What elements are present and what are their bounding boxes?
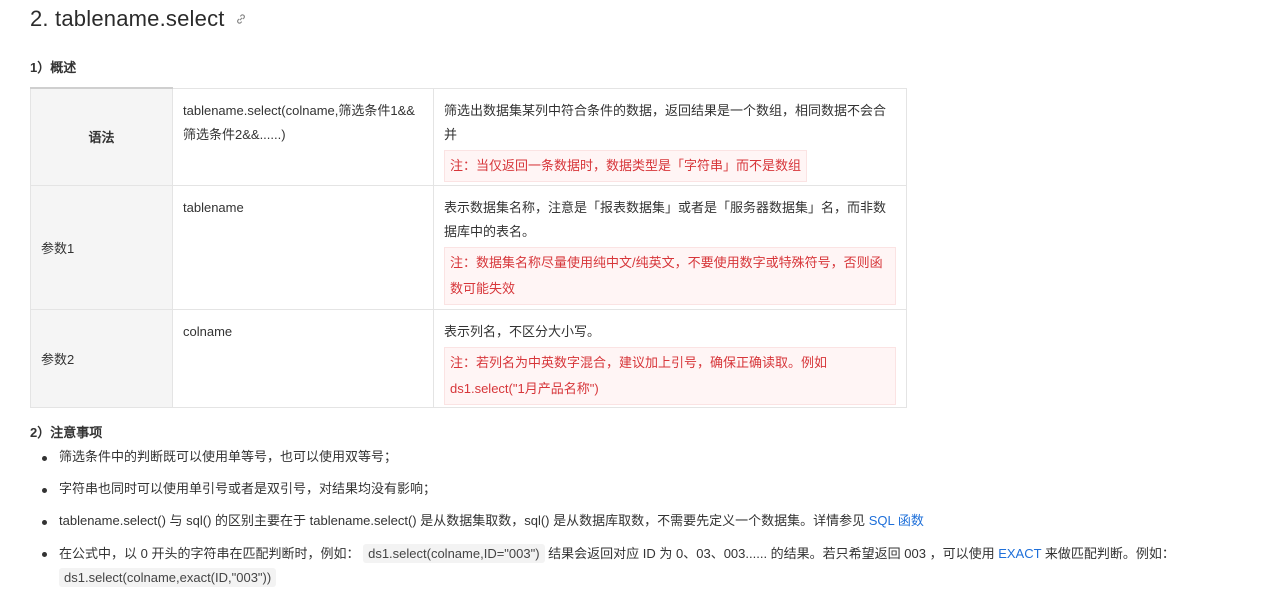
function-spec-table: 语法 tablename.select(colname,筛选条件1&&筛选条件2… — [30, 87, 907, 408]
row-label: 参数1 — [30, 184, 173, 310]
description-text: 表示数据集名称，注意是「报表数据集」或者是「服务器数据集」名，而非数据库中的表名… — [444, 199, 887, 239]
list-item-text: 来做匹配判断。例如： — [1041, 546, 1175, 561]
link-icon[interactable] — [235, 13, 247, 25]
row-label: 参数2 — [30, 308, 173, 408]
sql-function-link[interactable]: SQL 函数 — [869, 513, 924, 528]
list-item: 筛选条件中的判断既可以使用单等号，也可以使用双等号； — [30, 446, 1260, 468]
row-label: 语法 — [30, 87, 173, 186]
table-row: 参数2 colname 表示列名，不区分大小写。 注：若列名为中英数字混合，建议… — [30, 308, 907, 408]
row-description: 表示列名，不区分大小写。 注：若列名为中英数字混合，建议加上引号，确保正确读取。… — [433, 308, 907, 408]
description-text: 筛选出数据集某列中符合条件的数据，返回结果是一个数组，相同数据不会合并 — [444, 102, 887, 142]
exact-function-link[interactable]: EXACT — [998, 546, 1041, 561]
row-description: 筛选出数据集某列中符合条件的数据，返回结果是一个数组，相同数据不会合并 注：当仅… — [433, 87, 907, 186]
list-item-text: 在公式中，以 0 开头的字符串在匹配判断时，例如： — [59, 546, 360, 561]
row-code: tablename.select(colname,筛选条件1&&筛选条件2&&.… — [172, 87, 434, 186]
overview-title: 1）概述 — [30, 60, 77, 75]
row-code: tablename — [172, 184, 434, 310]
row-description: 表示数据集名称，注意是「报表数据集」或者是「服务器数据集」名，而非数据库中的表名… — [433, 184, 907, 310]
warning-note: 注：当仅返回一条数据时，数据类型是「字符串」而不是数组 — [444, 149, 808, 182]
description-text: 表示列名，不区分大小写。 — [444, 323, 601, 339]
warning-note: 注：若列名为中英数字混合，建议加上引号，确保正确读取。例如ds1.select(… — [444, 346, 896, 405]
page-title-text: 2. tablename.select — [30, 6, 225, 31]
row-code: colname — [172, 308, 434, 408]
table-row: 语法 tablename.select(colname,筛选条件1&&筛选条件2… — [30, 87, 907, 186]
inline-code: ds1.select(colname,exact(ID,"003")) — [59, 568, 277, 587]
notes-list: 筛选条件中的判断既可以使用单等号，也可以使用双等号； 字符串也同时可以使用单引号… — [30, 446, 1260, 600]
list-item: 字符串也同时可以使用单引号或者是双引号，对结果均没有影响； — [30, 478, 1260, 500]
inline-code: ds1.select(colname,ID="003") — [363, 544, 545, 563]
page-title: 2. tablename.select — [30, 6, 247, 32]
table-row: 参数1 tablename 表示数据集名称，注意是「报表数据集」或者是「服务器数… — [30, 184, 907, 310]
list-item-text: 结果会返回对应 ID 为 0、03、003...... 的结果。若只希望返回 0… — [548, 546, 999, 561]
list-item: tablename.select() 与 sql() 的区别主要在于 table… — [30, 510, 1260, 532]
list-item-text: tablename.select() 与 sql() 的区别主要在于 table… — [59, 513, 869, 528]
warning-note: 注：数据集名称尽量使用纯中文/纯英文，不要使用数字或特殊符号，否则函数可能失效 — [444, 246, 896, 305]
list-item: 在公式中，以 0 开头的字符串在匹配判断时，例如： ds1.select(col… — [30, 542, 1260, 590]
notes-title: 2）注意事项 — [30, 425, 103, 440]
